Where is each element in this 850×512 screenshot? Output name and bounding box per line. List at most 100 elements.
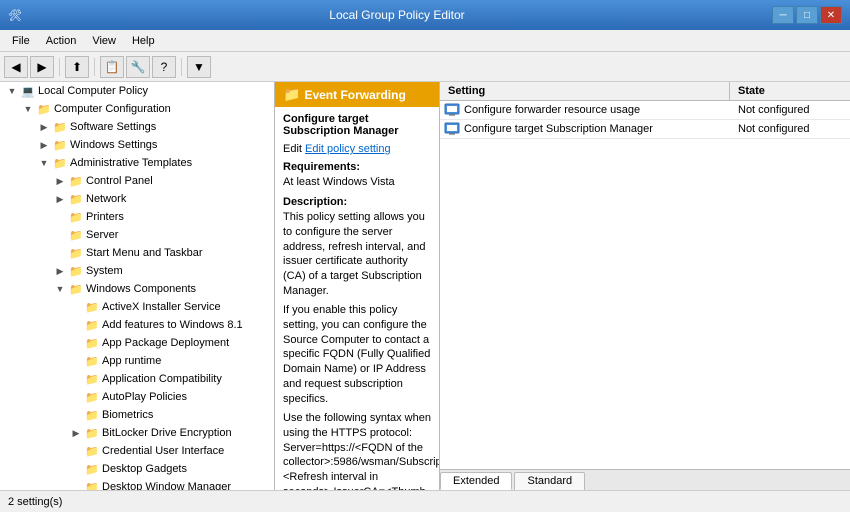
menu-file[interactable]: File	[4, 33, 38, 49]
tree-node-software-settings[interactable]: ▶ 📁 Software Settings	[0, 118, 274, 136]
node-label-app-runtime: App runtime	[102, 355, 161, 367]
node-label-app-package: App Package Deployment	[102, 337, 229, 349]
toggle-desktop-window	[68, 479, 84, 490]
edit-policy-prefix: Edit	[283, 143, 305, 155]
toggle-bitlocker[interactable]: ▶	[68, 425, 84, 441]
menu-action[interactable]: Action	[38, 33, 85, 49]
tree-node-computer-configuration[interactable]: ▼ 📁 Computer Configuration	[0, 100, 274, 118]
tree-node-local-computer-policy[interactable]: ▼ 💻 Local Computer Policy	[0, 82, 274, 100]
toggle-start-menu	[52, 245, 68, 261]
tree-node-start-menu[interactable]: 📁 Start Menu and Taskbar	[0, 244, 274, 262]
node-label-app-compat: Application Compatibility	[102, 373, 222, 385]
tree-node-activex[interactable]: 📁 ActiveX Installer Service	[0, 298, 274, 316]
close-button[interactable]: ✕	[820, 6, 842, 24]
node-label-network: Network	[86, 193, 126, 205]
tree-node-credential-ui[interactable]: 📁 Credential User Interface	[0, 442, 274, 460]
toggle-control-panel[interactable]: ▶	[52, 173, 68, 189]
main-container: ▼ 💻 Local Computer Policy ▼ 📁 Computer C…	[0, 82, 850, 490]
tree-node-printers[interactable]: 📁 Printers	[0, 208, 274, 226]
toggle-biometrics	[68, 407, 84, 423]
tree-node-admin-templates[interactable]: ▼ 📁 Administrative Templates	[0, 154, 274, 172]
filter-button[interactable]: ▼	[187, 56, 211, 78]
settings-content: Configure forwarder resource usage Not c…	[440, 101, 850, 469]
node-label-system: System	[86, 265, 123, 277]
copy-button[interactable]: 📋	[100, 56, 124, 78]
settings-row-forwarder[interactable]: Configure forwarder resource usage Not c…	[440, 101, 850, 120]
toggle-windows-components[interactable]: ▼	[52, 281, 68, 297]
tree-node-autoplay[interactable]: 📁 AutoPlay Policies	[0, 388, 274, 406]
toggle-app-compat	[68, 371, 84, 387]
toggle-computer-configuration[interactable]: ▼	[20, 101, 36, 117]
toolbar-separator-3	[181, 58, 182, 76]
title-bar: 🛠 Local Group Policy Editor ─ □ ✕	[0, 0, 850, 30]
tree-node-bitlocker[interactable]: ▶ 📁 BitLocker Drive Encryption	[0, 424, 274, 442]
folder-icon-app-compat: 📁	[84, 371, 100, 387]
tree-node-windows-components[interactable]: ▼ 📁 Windows Components	[0, 280, 274, 298]
description-text-2: If you enable this policy setting, you c…	[283, 303, 431, 407]
tree-node-app-package[interactable]: 📁 App Package Deployment	[0, 334, 274, 352]
folder-icon-server: 📁	[68, 227, 84, 243]
settings-row-state-2: Not configured	[730, 120, 850, 138]
maximize-button[interactable]: □	[796, 6, 818, 24]
toggle-local-computer-policy[interactable]: ▼	[4, 83, 20, 99]
toggle-autoplay	[68, 389, 84, 405]
tree-node-app-compat[interactable]: 📁 Application Compatibility	[0, 370, 274, 388]
description-header-title: Event Forwarding	[304, 88, 405, 102]
menu-view[interactable]: View	[84, 33, 124, 49]
menu-help[interactable]: Help	[124, 33, 163, 49]
minimize-button[interactable]: ─	[772, 6, 794, 24]
tree-node-desktop-window[interactable]: 📁 Desktop Window Manager	[0, 478, 274, 490]
toggle-server	[52, 227, 68, 243]
edit-policy-link[interactable]: Edit policy setting	[305, 143, 391, 155]
tree-node-add-features[interactable]: 📁 Add features to Windows 8.1	[0, 316, 274, 334]
tree-node-desktop-gadgets[interactable]: 📁 Desktop Gadgets	[0, 460, 274, 478]
settings-row-state-1: Not configured	[730, 101, 850, 119]
folder-icon-desktop-gadgets: 📁	[84, 461, 100, 477]
node-label-desktop-window: Desktop Window Manager	[102, 481, 231, 490]
tree-node-server[interactable]: 📁 Server	[0, 226, 274, 244]
toolbar-separator-1	[59, 58, 60, 76]
toggle-app-package	[68, 335, 84, 351]
folder-icon-system: 📁	[68, 263, 84, 279]
toggle-admin-templates[interactable]: ▼	[36, 155, 52, 171]
description-header: 📁 Event Forwarding	[275, 82, 439, 107]
title-bar-buttons: ─ □ ✕	[772, 6, 842, 24]
node-label-activex: ActiveX Installer Service	[102, 301, 221, 313]
tree-node-biometrics[interactable]: 📁 Biometrics	[0, 406, 274, 424]
tree-node-app-runtime[interactable]: 📁 App runtime	[0, 352, 274, 370]
help-button[interactable]: ?	[152, 56, 176, 78]
toggle-activex	[68, 299, 84, 315]
settings-row-subscription[interactable]: Configure target Subscription Manager No…	[440, 120, 850, 139]
forward-button[interactable]: ▶	[30, 56, 54, 78]
toggle-system[interactable]: ▶	[52, 263, 68, 279]
col-header-state: State	[730, 82, 850, 100]
folder-icon-credential-ui: 📁	[84, 443, 100, 459]
toggle-windows-settings[interactable]: ▶	[36, 137, 52, 153]
toggle-software-settings[interactable]: ▶	[36, 119, 52, 135]
node-label-bitlocker: BitLocker Drive Encryption	[102, 427, 232, 439]
tree-node-network[interactable]: ▶ 📁 Network	[0, 190, 274, 208]
col-header-setting: Setting	[440, 82, 730, 100]
toggle-network[interactable]: ▶	[52, 191, 68, 207]
properties-button[interactable]: 🔧	[126, 56, 150, 78]
tree-node-system[interactable]: ▶ 📁 System	[0, 262, 274, 280]
node-label-printers: Printers	[86, 211, 124, 223]
tab-standard[interactable]: Standard	[514, 472, 585, 490]
folder-icon-software-settings: 📁	[52, 119, 68, 135]
toolbar-separator-2	[94, 58, 95, 76]
tree-panel: ▼ 💻 Local Computer Policy ▼ 📁 Computer C…	[0, 82, 275, 490]
description-text-3: Use the following syntax when using the …	[283, 411, 431, 490]
policy-name: Configure target Subscription Manager	[283, 113, 431, 137]
folder-icon-autoplay: 📁	[84, 389, 100, 405]
bottom-tabs: Extended Standard	[440, 469, 850, 490]
settings-row-name-2: Configure target Subscription Manager	[460, 120, 730, 138]
tree-node-windows-settings[interactable]: ▶ 📁 Windows Settings	[0, 136, 274, 154]
node-label-local-computer-policy: Local Computer Policy	[38, 85, 148, 97]
back-button[interactable]: ◀	[4, 56, 28, 78]
tab-extended[interactable]: Extended	[440, 472, 512, 490]
tree-node-control-panel[interactable]: ▶ 📁 Control Panel	[0, 172, 274, 190]
toggle-app-runtime	[68, 353, 84, 369]
node-label-admin-templates: Administrative Templates	[70, 157, 192, 169]
toolbar: ◀ ▶ ⬆ 📋 🔧 ? ▼	[0, 52, 850, 82]
up-button[interactable]: ⬆	[65, 56, 89, 78]
